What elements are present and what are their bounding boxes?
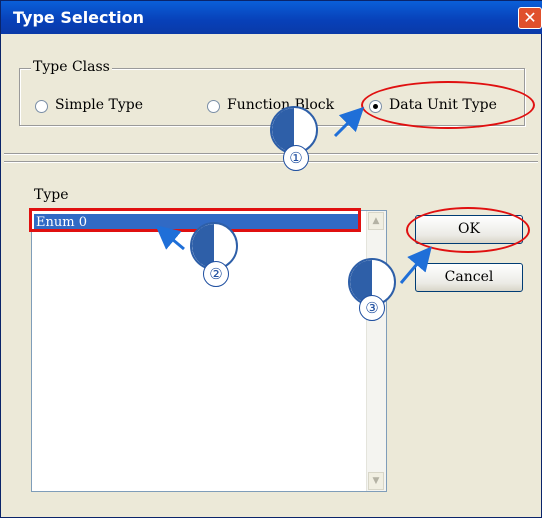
arrow-2: [155, 225, 185, 251]
callout-3: ③: [359, 295, 385, 321]
callout-1: ①: [283, 145, 309, 171]
annotation-arrows: [155, 106, 432, 284]
callout-2: ②: [203, 261, 229, 287]
arrow-3: [399, 246, 432, 284]
arrow-1: [333, 106, 365, 138]
